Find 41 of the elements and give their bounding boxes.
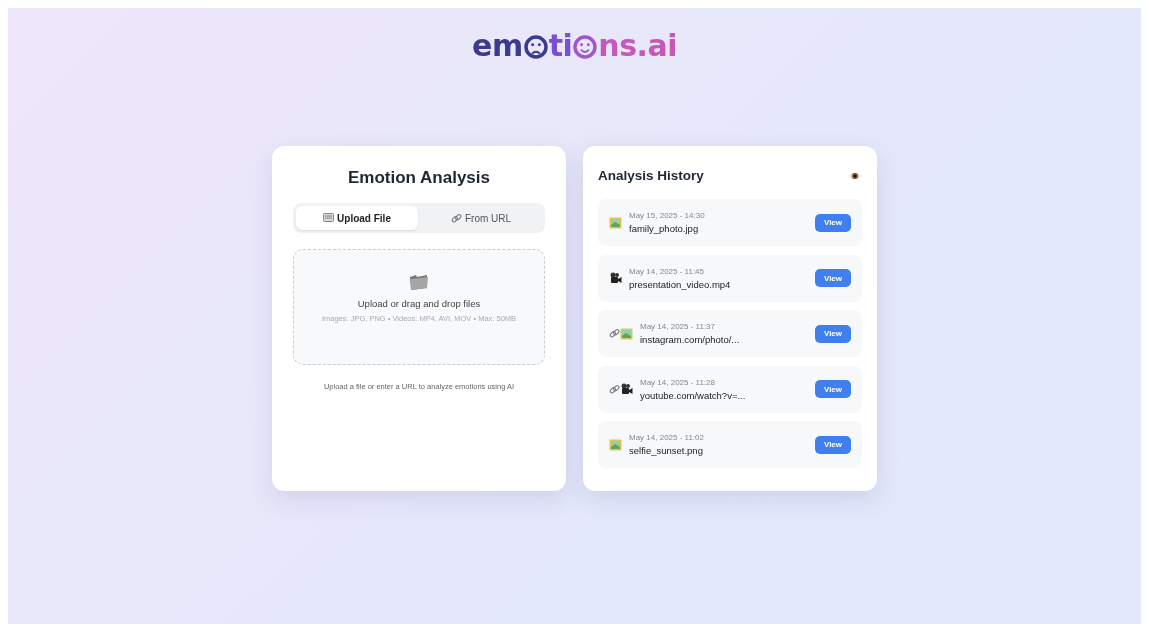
card-title: Emotion Analysis	[347, 168, 491, 188]
view-button[interactable]: View	[815, 435, 851, 454]
view-button[interactable]: View	[815, 269, 851, 287]
movie-camera-icon	[609, 272, 622, 284]
view-button[interactable]: View	[815, 324, 851, 343]
history-item[interactable]: May 14, 2025 - 11:02 selfie_sunset.png View	[598, 421, 862, 468]
history-item[interactable]: May 15, 2025 - 14:30 family_photo.jpg View	[598, 199, 862, 246]
logo-text: em	[472, 28, 523, 63]
eye-icon[interactable]	[848, 170, 862, 181]
link-icon	[609, 328, 620, 339]
item-date: May 14, 2025 - 11:28	[640, 377, 716, 387]
item-name: youtube.com/watch?v=...	[640, 389, 747, 401]
movie-camera-icon	[620, 383, 633, 395]
link-icon	[450, 212, 462, 224]
view-button[interactable]: View	[815, 380, 851, 398]
item-date: May 14, 2025 - 11:37	[640, 322, 716, 331]
folder-icon	[408, 272, 430, 292]
tab[interactable]: Upload File	[296, 206, 418, 230]
item-date: May 15, 2025 - 14:30	[629, 211, 706, 220]
drop-title: Upload or drag and drop files	[357, 298, 481, 309]
logo-text: ns.ai	[598, 28, 677, 63]
item-date: May 14, 2025 - 11:02	[629, 433, 705, 442]
card-title: Analysis History	[598, 168, 704, 183]
item-name: selfie_sunset.png	[629, 445, 704, 456]
item-name: family_photo.jpg	[629, 223, 700, 234]
history-item[interactable]: May 14, 2025 - 11:45 presentation_video.mp4 View	[598, 254, 862, 302]
logo-text: ti	[548, 28, 573, 63]
happy-face-icon	[573, 35, 598, 59]
item-name: instagram.com/photo/...	[640, 334, 741, 345]
history-item[interactable]: May 14, 2025 - 11:28 youtube.com/watch?v=... View	[598, 365, 862, 413]
history-item[interactable]: May 14, 2025 - 11:37 instagram.com/photo/... View	[598, 310, 862, 357]
sad-face-icon	[523, 35, 548, 59]
item-date: May 14, 2025 - 11:45	[629, 266, 705, 276]
tab[interactable]: From URL	[420, 206, 542, 230]
picture-icon	[620, 327, 633, 340]
document-icon	[323, 213, 335, 223]
picture-icon	[609, 438, 622, 451]
view-button[interactable]: View	[815, 213, 851, 232]
item-name: presentation_video.mp4	[629, 278, 732, 290]
link-icon	[609, 383, 620, 395]
picture-icon	[609, 216, 622, 229]
